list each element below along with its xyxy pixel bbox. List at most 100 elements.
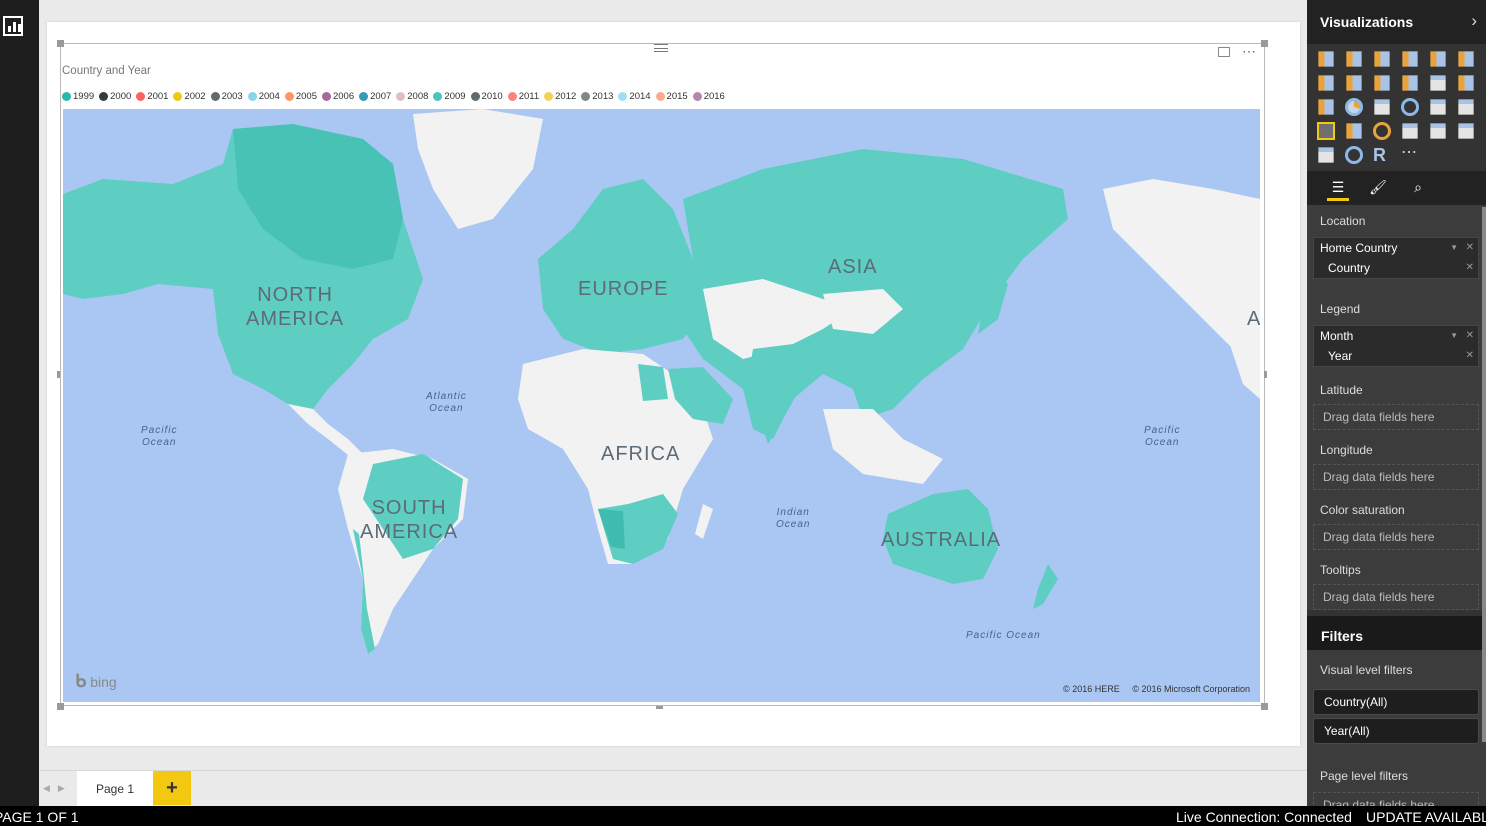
legend-item[interactable]: 2005 <box>284 91 317 102</box>
fields-tab-icon[interactable]: ☰ <box>1327 176 1349 201</box>
well-label-tooltips: Tooltips <box>1320 563 1361 577</box>
remove-field-icon[interactable]: ✕ <box>1466 258 1474 278</box>
add-page-button[interactable]: + <box>153 771 191 805</box>
well-legend[interactable]: Month ▼ ✕ Year ✕ <box>1313 325 1479 367</box>
legend-item[interactable]: 2007 <box>359 91 391 102</box>
move-grip-icon[interactable] <box>654 44 668 52</box>
well-location[interactable]: Home Country ▼ ✕ Country ✕ <box>1313 237 1479 279</box>
tab-page-1[interactable]: Page 1 <box>77 771 154 807</box>
stacked-area-chart-icon[interactable] <box>1374 75 1390 91</box>
legend-label: 2011 <box>518 91 540 102</box>
resize-handle[interactable] <box>656 706 663 709</box>
update-available-link[interactable]: UPDATE AVAILABLE <box>1366 807 1486 826</box>
donut-chart-icon[interactable] <box>1345 146 1363 164</box>
dropdown-caret-icon[interactable]: ▼ <box>1450 326 1458 346</box>
dropdown-caret-icon[interactable]: ▼ <box>1450 238 1458 258</box>
collapse-chevron-icon[interactable]: › <box>1471 11 1477 31</box>
resize-handle[interactable] <box>1264 371 1267 378</box>
legend-item[interactable]: 2010 <box>470 91 503 102</box>
legend-dot-icon <box>284 92 294 101</box>
legend-item[interactable]: 2016 <box>692 91 725 102</box>
card-icon[interactable] <box>1430 123 1446 139</box>
continent-label-south-america: SOUTH AMERICA <box>360 497 459 543</box>
well-color-saturation-dropzone[interactable]: Drag data fields here <box>1313 524 1479 550</box>
pie-chart-icon[interactable] <box>1345 98 1363 116</box>
kpi-icon[interactable] <box>1458 123 1474 139</box>
table-icon[interactable] <box>1430 99 1446 115</box>
well-label-longitude: Longitude <box>1320 443 1373 457</box>
line-chart-icon[interactable] <box>1318 75 1334 91</box>
legend-item[interactable]: 2013 <box>581 91 613 102</box>
area-chart-icon[interactable] <box>1346 75 1362 91</box>
stacked-bar-chart-icon[interactable] <box>1318 51 1334 67</box>
clustered-column-chart-icon[interactable] <box>1402 51 1418 67</box>
legend-item[interactable]: 2009 <box>433 91 466 102</box>
100-percent-column-chart-icon[interactable] <box>1458 51 1474 67</box>
copyright-microsoft: © 2016 Microsoft Corporation <box>1132 684 1250 694</box>
resize-handle[interactable] <box>57 371 60 378</box>
well-field-country[interactable]: Country ✕ <box>1314 258 1478 278</box>
america-edge-land <box>1223 269 1260 399</box>
remove-field-icon[interactable]: ✕ <box>1466 238 1474 258</box>
funnel-icon[interactable] <box>1346 123 1362 139</box>
resize-handle[interactable] <box>1261 40 1268 47</box>
well-field-home-country[interactable]: Home Country ▼ ✕ <box>1314 238 1478 258</box>
slicer-icon[interactable] <box>1318 147 1334 163</box>
legend-item[interactable]: 2000 <box>99 91 131 102</box>
visual-level-filters-label: Visual level filters <box>1320 663 1413 677</box>
matrix-icon[interactable] <box>1458 99 1474 115</box>
well-field-year[interactable]: Year ✕ <box>1314 346 1478 366</box>
well-tooltips-dropzone[interactable]: Drag data fields here <box>1313 584 1479 610</box>
page-nav-arrows-icon[interactable]: ◀▶ <box>43 783 73 794</box>
resize-handle[interactable] <box>1261 703 1268 710</box>
legend-label: 2014 <box>629 91 651 102</box>
legend-item[interactable]: 2004 <box>247 91 280 102</box>
100-percent-bar-chart-icon[interactable] <box>1430 51 1446 67</box>
multi-row-card-icon[interactable] <box>1402 123 1418 139</box>
remove-field-icon[interactable]: ✕ <box>1466 326 1474 346</box>
resize-handle[interactable] <box>57 40 64 47</box>
legend-label: 2000 <box>110 91 132 102</box>
line-column-chart-icon[interactable] <box>1402 75 1418 91</box>
treemap-icon[interactable] <box>1374 99 1390 115</box>
legend-item[interactable]: 2015 <box>655 91 688 102</box>
legend-item[interactable]: 2012 <box>544 91 576 102</box>
legend-item[interactable]: 2006 <box>321 91 354 102</box>
clustered-bar-chart-icon[interactable] <box>1374 51 1390 67</box>
viz-pane-scrollbar[interactable] <box>1482 207 1486 742</box>
legend-label: 2007 <box>370 91 392 102</box>
format-tab-icon[interactable]: 🖌 <box>1367 176 1389 198</box>
legend-item[interactable]: 2002 <box>173 91 206 102</box>
more-options-icon[interactable]: ⋯ <box>1242 43 1257 60</box>
well-label-color-saturation: Color saturation <box>1320 503 1405 517</box>
madagascar-land <box>695 504 713 539</box>
line-clustered-column-icon[interactable] <box>1430 75 1446 91</box>
map-canvas[interactable]: NORTH AMERICA EUROPE ASIA AFRICA SOUTH AME… <box>63 109 1260 702</box>
page-filter-dropzone[interactable]: Drag data fields here <box>1313 792 1479 806</box>
gauge-icon[interactable] <box>1373 122 1391 140</box>
legend-item[interactable]: 2011 <box>507 91 540 102</box>
report-view-icon[interactable] <box>3 16 23 36</box>
filled-map-icon[interactable] <box>1317 122 1335 140</box>
filter-year[interactable]: Year(All) <box>1313 718 1479 744</box>
legend-item[interactable]: 2014 <box>618 91 651 102</box>
filter-country[interactable]: Country(All) <box>1313 689 1479 715</box>
r-visual-icon[interactable]: R <box>1373 146 1391 164</box>
legend-item[interactable]: 2001 <box>136 91 168 102</box>
map-icon[interactable] <box>1401 98 1419 116</box>
legend-item[interactable]: 2008 <box>396 91 428 102</box>
remove-field-icon[interactable]: ✕ <box>1466 346 1474 366</box>
more-visuals-icon[interactable]: ⋯ <box>1401 145 1419 164</box>
legend-item[interactable]: 1999 <box>62 91 94 102</box>
analytics-tab-icon[interactable]: ⌕ <box>1407 176 1429 198</box>
scatter-chart-icon[interactable] <box>1318 99 1334 115</box>
legend-item[interactable]: 2003 <box>210 91 243 102</box>
ocean-label-pacific-right: Pacific Ocean <box>1144 425 1181 448</box>
focus-mode-icon[interactable] <box>1218 47 1230 57</box>
ribbon-chart-icon[interactable] <box>1458 75 1474 91</box>
well-latitude-dropzone[interactable]: Drag data fields here <box>1313 404 1479 430</box>
resize-handle[interactable] <box>57 703 64 710</box>
stacked-column-chart-icon[interactable] <box>1346 51 1362 67</box>
well-field-month[interactable]: Month ▼ ✕ <box>1314 326 1478 346</box>
well-longitude-dropzone[interactable]: Drag data fields here <box>1313 464 1479 490</box>
